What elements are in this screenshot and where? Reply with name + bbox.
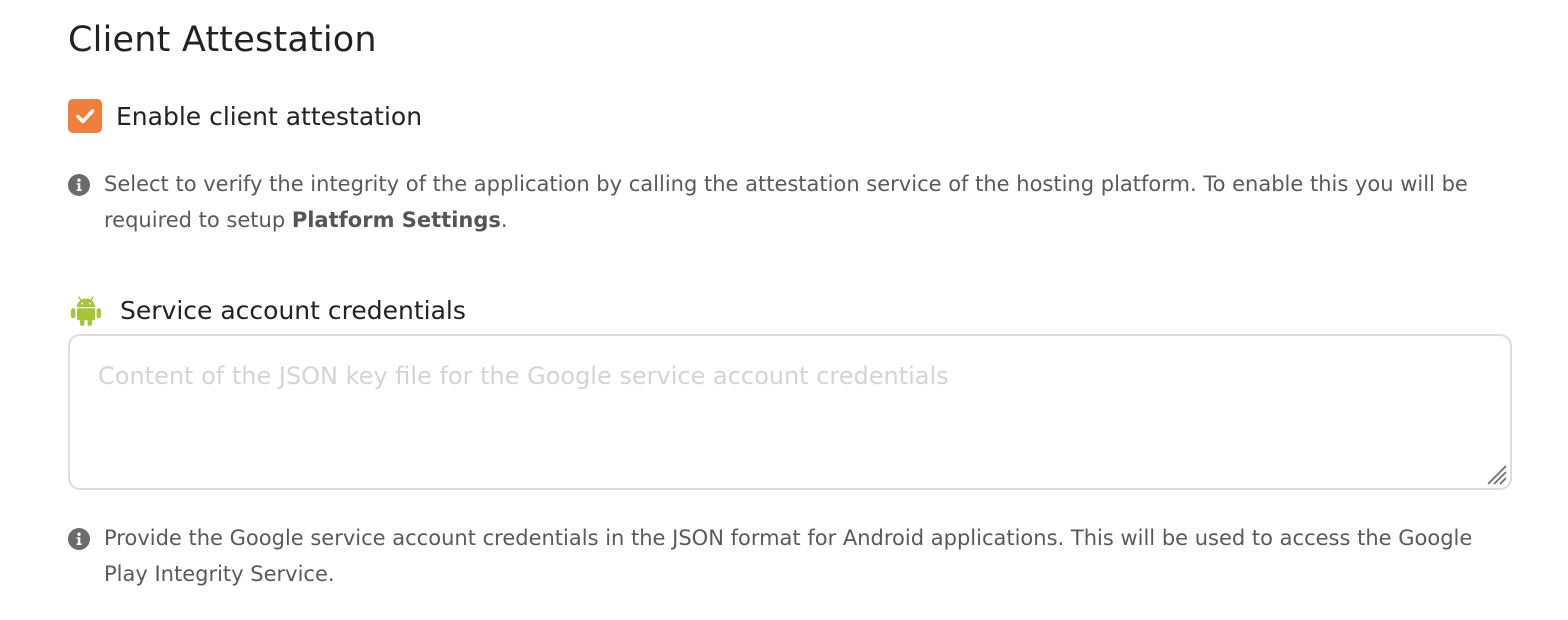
enable-client-attestation-row[interactable]: Enable client attestation [68, 99, 422, 133]
attestation-help-text: Select to verify the integrity of the ap… [68, 170, 1498, 238]
client-attestation-panel: Client Attestation Enable client attesta… [0, 0, 1568, 620]
enable-client-attestation-label[interactable]: Enable client attestation [116, 102, 422, 131]
section-title: Client Attestation [68, 20, 377, 60]
platform-settings-text: Platform Settings [291, 208, 501, 232]
resize-handle-icon[interactable] [1484, 462, 1508, 486]
credentials-help-text-body: Provide the Google service account crede… [104, 526, 1473, 586]
credentials-textarea-wrapper [68, 334, 1512, 490]
credentials-help-text: Provide the Google service account crede… [68, 524, 1498, 592]
info-icon [68, 528, 90, 550]
credentials-field-label: Service account credentials [120, 295, 466, 325]
info-icon [68, 174, 90, 196]
checkmark-icon [76, 109, 95, 124]
android-icon [71, 296, 101, 326]
attestation-help-text-end: . [500, 208, 508, 232]
enable-client-attestation-checkbox[interactable] [68, 99, 102, 133]
service-account-credentials-input[interactable] [68, 334, 1512, 490]
credentials-field-header: Service account credentials [68, 292, 466, 328]
